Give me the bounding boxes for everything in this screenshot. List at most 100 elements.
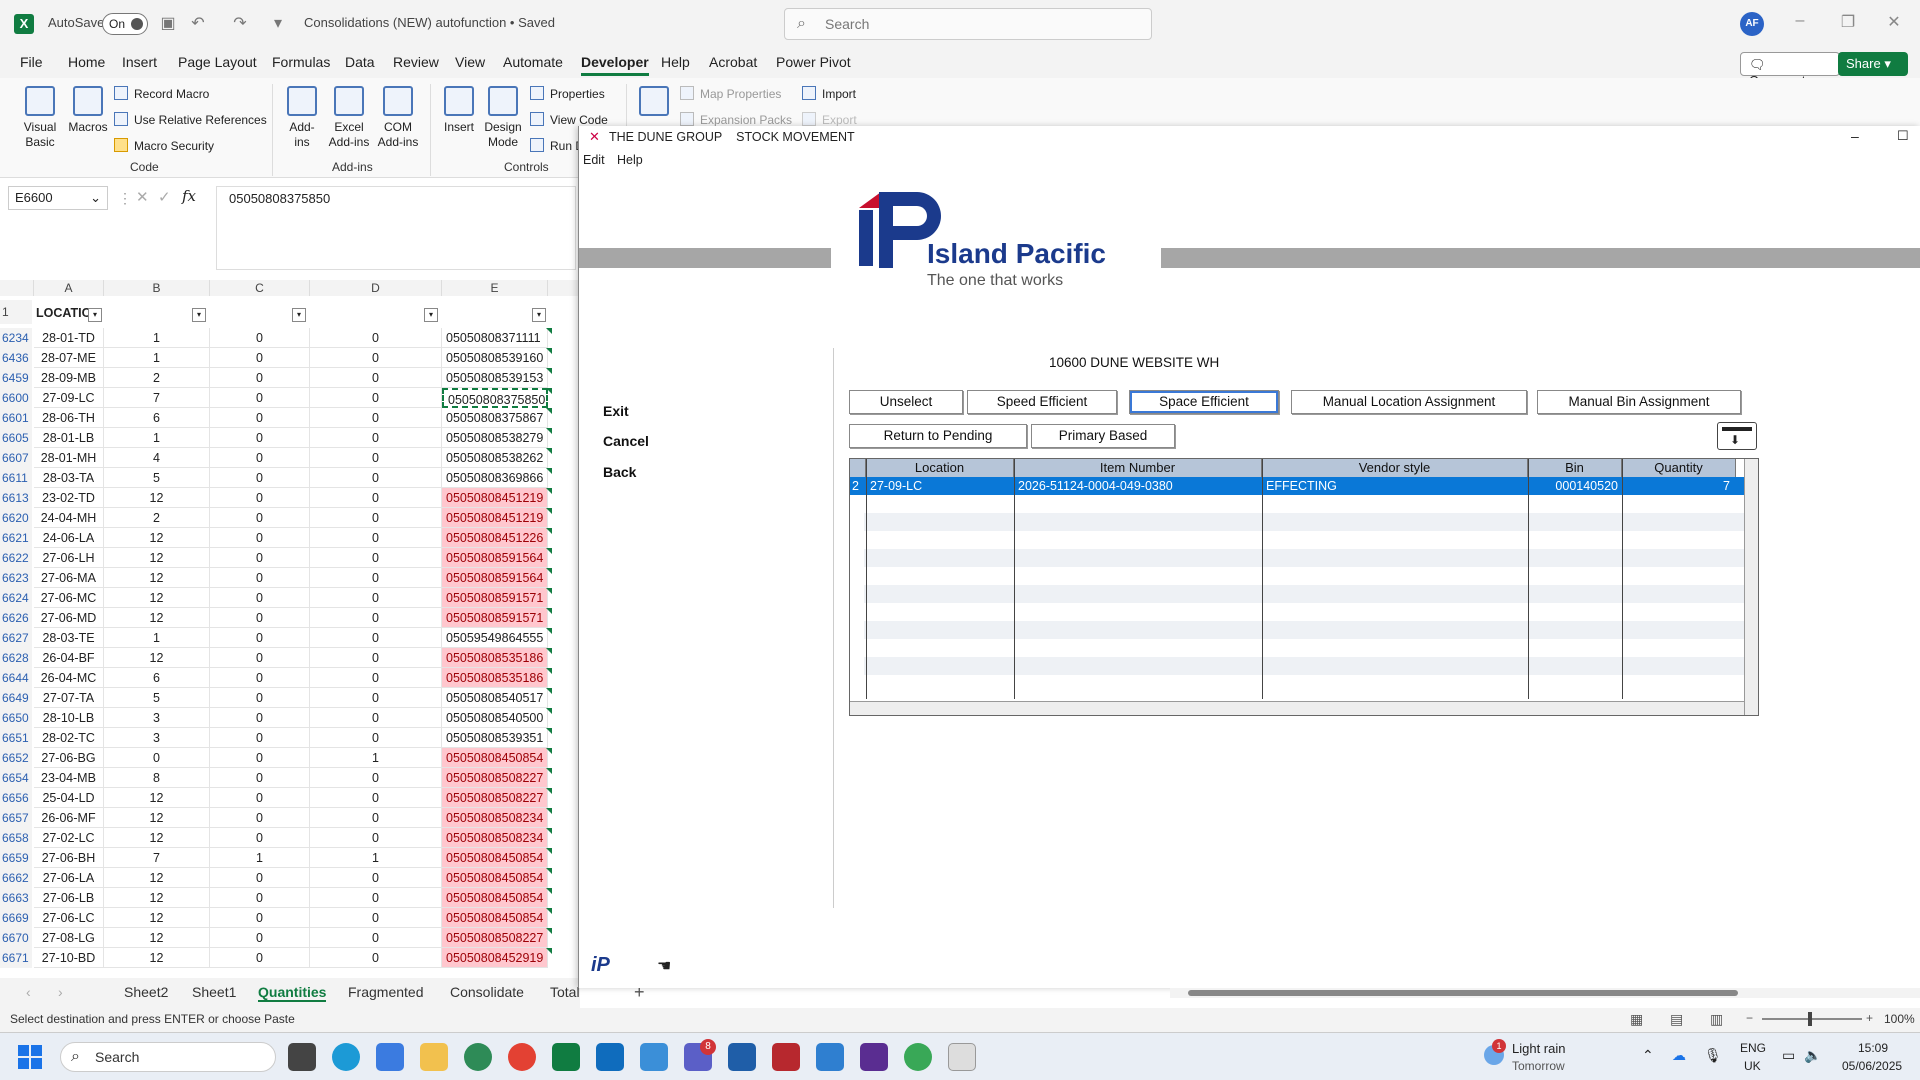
share-button[interactable]: Share ▾ [1838, 52, 1908, 76]
formula-more-icon[interactable]: ⋮ [118, 190, 132, 207]
cell-e[interactable]: 05050808451219 [442, 488, 548, 508]
row-header[interactable]: 6627 [0, 628, 32, 648]
cell-a[interactable]: 28-02-TC [34, 728, 104, 748]
tab-acrobat[interactable]: Acrobat [709, 54, 757, 70]
cell-e[interactable]: 05050808535186 [442, 668, 548, 688]
cell-e[interactable]: 05050808540517 [442, 688, 548, 708]
row-header[interactable]: 6651 [0, 728, 32, 748]
cell-c[interactable]: 0 [210, 788, 310, 808]
cell-e[interactable]: 05050808371111 [442, 328, 548, 348]
cell-e[interactable]: 05050808539351 [442, 728, 548, 748]
clock-date[interactable]: 05/06/2025 [1842, 1059, 1902, 1073]
expansion-packs-button[interactable]: Expansion Packs [680, 112, 792, 127]
com-add-ins-button[interactable]: COM Add-ins [374, 86, 422, 150]
zoom-slider[interactable] [1762, 1018, 1862, 1020]
cell-c[interactable]: 0 [210, 408, 310, 428]
cell-c[interactable]: 0 [210, 428, 310, 448]
cell-d[interactable]: 0 [310, 768, 442, 788]
excel-add-ins-button[interactable]: Excel Add-ins [326, 86, 372, 150]
cell-b[interactable]: 3 [104, 728, 210, 748]
cell-c[interactable]: 0 [210, 488, 310, 508]
cell-b[interactable]: 2 [104, 368, 210, 388]
cell-e[interactable]: 05050808450854 [442, 888, 548, 908]
row-header[interactable]: 1 [0, 300, 32, 324]
cell-a[interactable]: 27-06-LB [34, 888, 104, 908]
cell-e[interactable]: 05050808539160 [442, 348, 548, 368]
cell-d[interactable]: 0 [310, 828, 442, 848]
tab-help[interactable]: Help [661, 54, 690, 70]
cell-c[interactable]: 0 [210, 708, 310, 728]
table-row-empty[interactable] [864, 621, 1744, 639]
cell-e[interactable]: 05050808535186 [442, 648, 548, 668]
cell-d[interactable]: 1 [310, 848, 442, 868]
cell-b[interactable]: 12 [104, 888, 210, 908]
row-header[interactable]: 6600 [0, 388, 32, 408]
sheet-tab-quantities[interactable]: Quantities [258, 984, 327, 1002]
cell-b[interactable]: 12 [104, 928, 210, 948]
source-button[interactable] [636, 86, 672, 120]
tab-insert[interactable]: Insert [122, 54, 157, 70]
return-to-pending-button[interactable]: Return to Pending [849, 424, 1027, 448]
excel-horizontal-scrollbar[interactable] [1170, 988, 1920, 998]
autosave-toggle[interactable]: On [102, 13, 148, 35]
cell-e[interactable]: 05050808369866 [442, 468, 548, 488]
sheet-tab-fragmented[interactable]: Fragmented [348, 984, 423, 1000]
cell-a[interactable]: 26-06-MF [34, 808, 104, 828]
comments-button[interactable]: 🗨 Comments [1740, 52, 1840, 88]
row-header[interactable]: 6623 [0, 568, 32, 588]
row-header[interactable]: 6657 [0, 808, 32, 828]
page-break-view-icon[interactable]: ▥ [1710, 1011, 1723, 1028]
cell-a[interactable]: 28-03-TA [34, 468, 104, 488]
cell-a[interactable]: 28-10-LB [34, 708, 104, 728]
cell-a[interactable]: 27-08-LG [34, 928, 104, 948]
cell-a[interactable]: 25-04-LD [34, 788, 104, 808]
cell-e[interactable]: 05050808538279 [442, 428, 548, 448]
download-icon[interactable]: ⬇ [1717, 422, 1757, 450]
cell-a[interactable]: 28-03-TE [34, 628, 104, 648]
unselect-button[interactable]: Unselect [849, 390, 963, 414]
tab-page-layout[interactable]: Page Layout [178, 54, 257, 70]
cell-e[interactable]: 05050808450854 [442, 848, 548, 868]
cell-d[interactable]: 0 [310, 448, 442, 468]
cell-e[interactable]: 05059549864555 [442, 628, 548, 648]
cell-d[interactable]: 0 [310, 668, 442, 688]
cell-c[interactable]: 0 [210, 928, 310, 948]
cell-b[interactable]: 12 [104, 528, 210, 548]
cell-d[interactable]: 0 [310, 708, 442, 728]
speed-efficient-button[interactable]: Speed Efficient [967, 390, 1117, 414]
sheet-tab-total[interactable]: Total [550, 984, 580, 1000]
sheet-tab-consolidate[interactable]: Consolidate [450, 984, 524, 1000]
cell-c[interactable]: 0 [210, 508, 310, 528]
language-indicator[interactable]: ENG [1740, 1041, 1766, 1055]
cell-d[interactable]: 0 [310, 508, 442, 528]
cell-b[interactable]: 1 [104, 628, 210, 648]
cell-d[interactable]: 0 [310, 428, 442, 448]
scroll-left-icon[interactable]: ‹ [26, 984, 31, 1000]
cell-d[interactable]: 0 [310, 788, 442, 808]
cell-a[interactable]: 24-06-LA [34, 528, 104, 548]
cell-b[interactable]: 8 [104, 768, 210, 788]
space-efficient-button[interactable]: Space Efficient [1129, 390, 1279, 414]
cell-a[interactable]: 27-06-BG [34, 748, 104, 768]
cell-d[interactable]: 1 [310, 748, 442, 768]
cell-e[interactable]: 05050808375867 [442, 408, 548, 428]
cell-d[interactable]: 0 [310, 688, 442, 708]
close-icon[interactable]: ✕ [1878, 12, 1910, 36]
row-header[interactable]: 6628 [0, 648, 32, 668]
insert-function-icon[interactable]: fx [182, 187, 196, 205]
cell-d[interactable]: 0 [310, 488, 442, 508]
worksheet-grid[interactable]: A B C D E 1 LOCATIO ▾ ▾ ▾ ▾ ▾ 6234 28-01-… [0, 280, 580, 980]
cell-b[interactable]: 7 [104, 848, 210, 868]
run-dialog-button[interactable]: Run D [530, 138, 584, 153]
clock-time[interactable]: 15:09 [1858, 1041, 1888, 1055]
row-header[interactable]: 6613 [0, 488, 32, 508]
header-cell-location[interactable]: LOCATIO [36, 306, 91, 320]
table-row-empty[interactable] [864, 513, 1744, 531]
row-header[interactable]: 6624 [0, 588, 32, 608]
row-header[interactable]: 6654 [0, 768, 32, 788]
vendor-style-column-header[interactable]: Vendor style [1262, 459, 1528, 477]
tab-power-pivot[interactable]: Power Pivot [776, 54, 851, 70]
taskbar-search[interactable]: ⌕ Search [60, 1042, 276, 1072]
file-explorer-icon[interactable] [420, 1043, 448, 1071]
cell-d[interactable]: 0 [310, 388, 442, 408]
